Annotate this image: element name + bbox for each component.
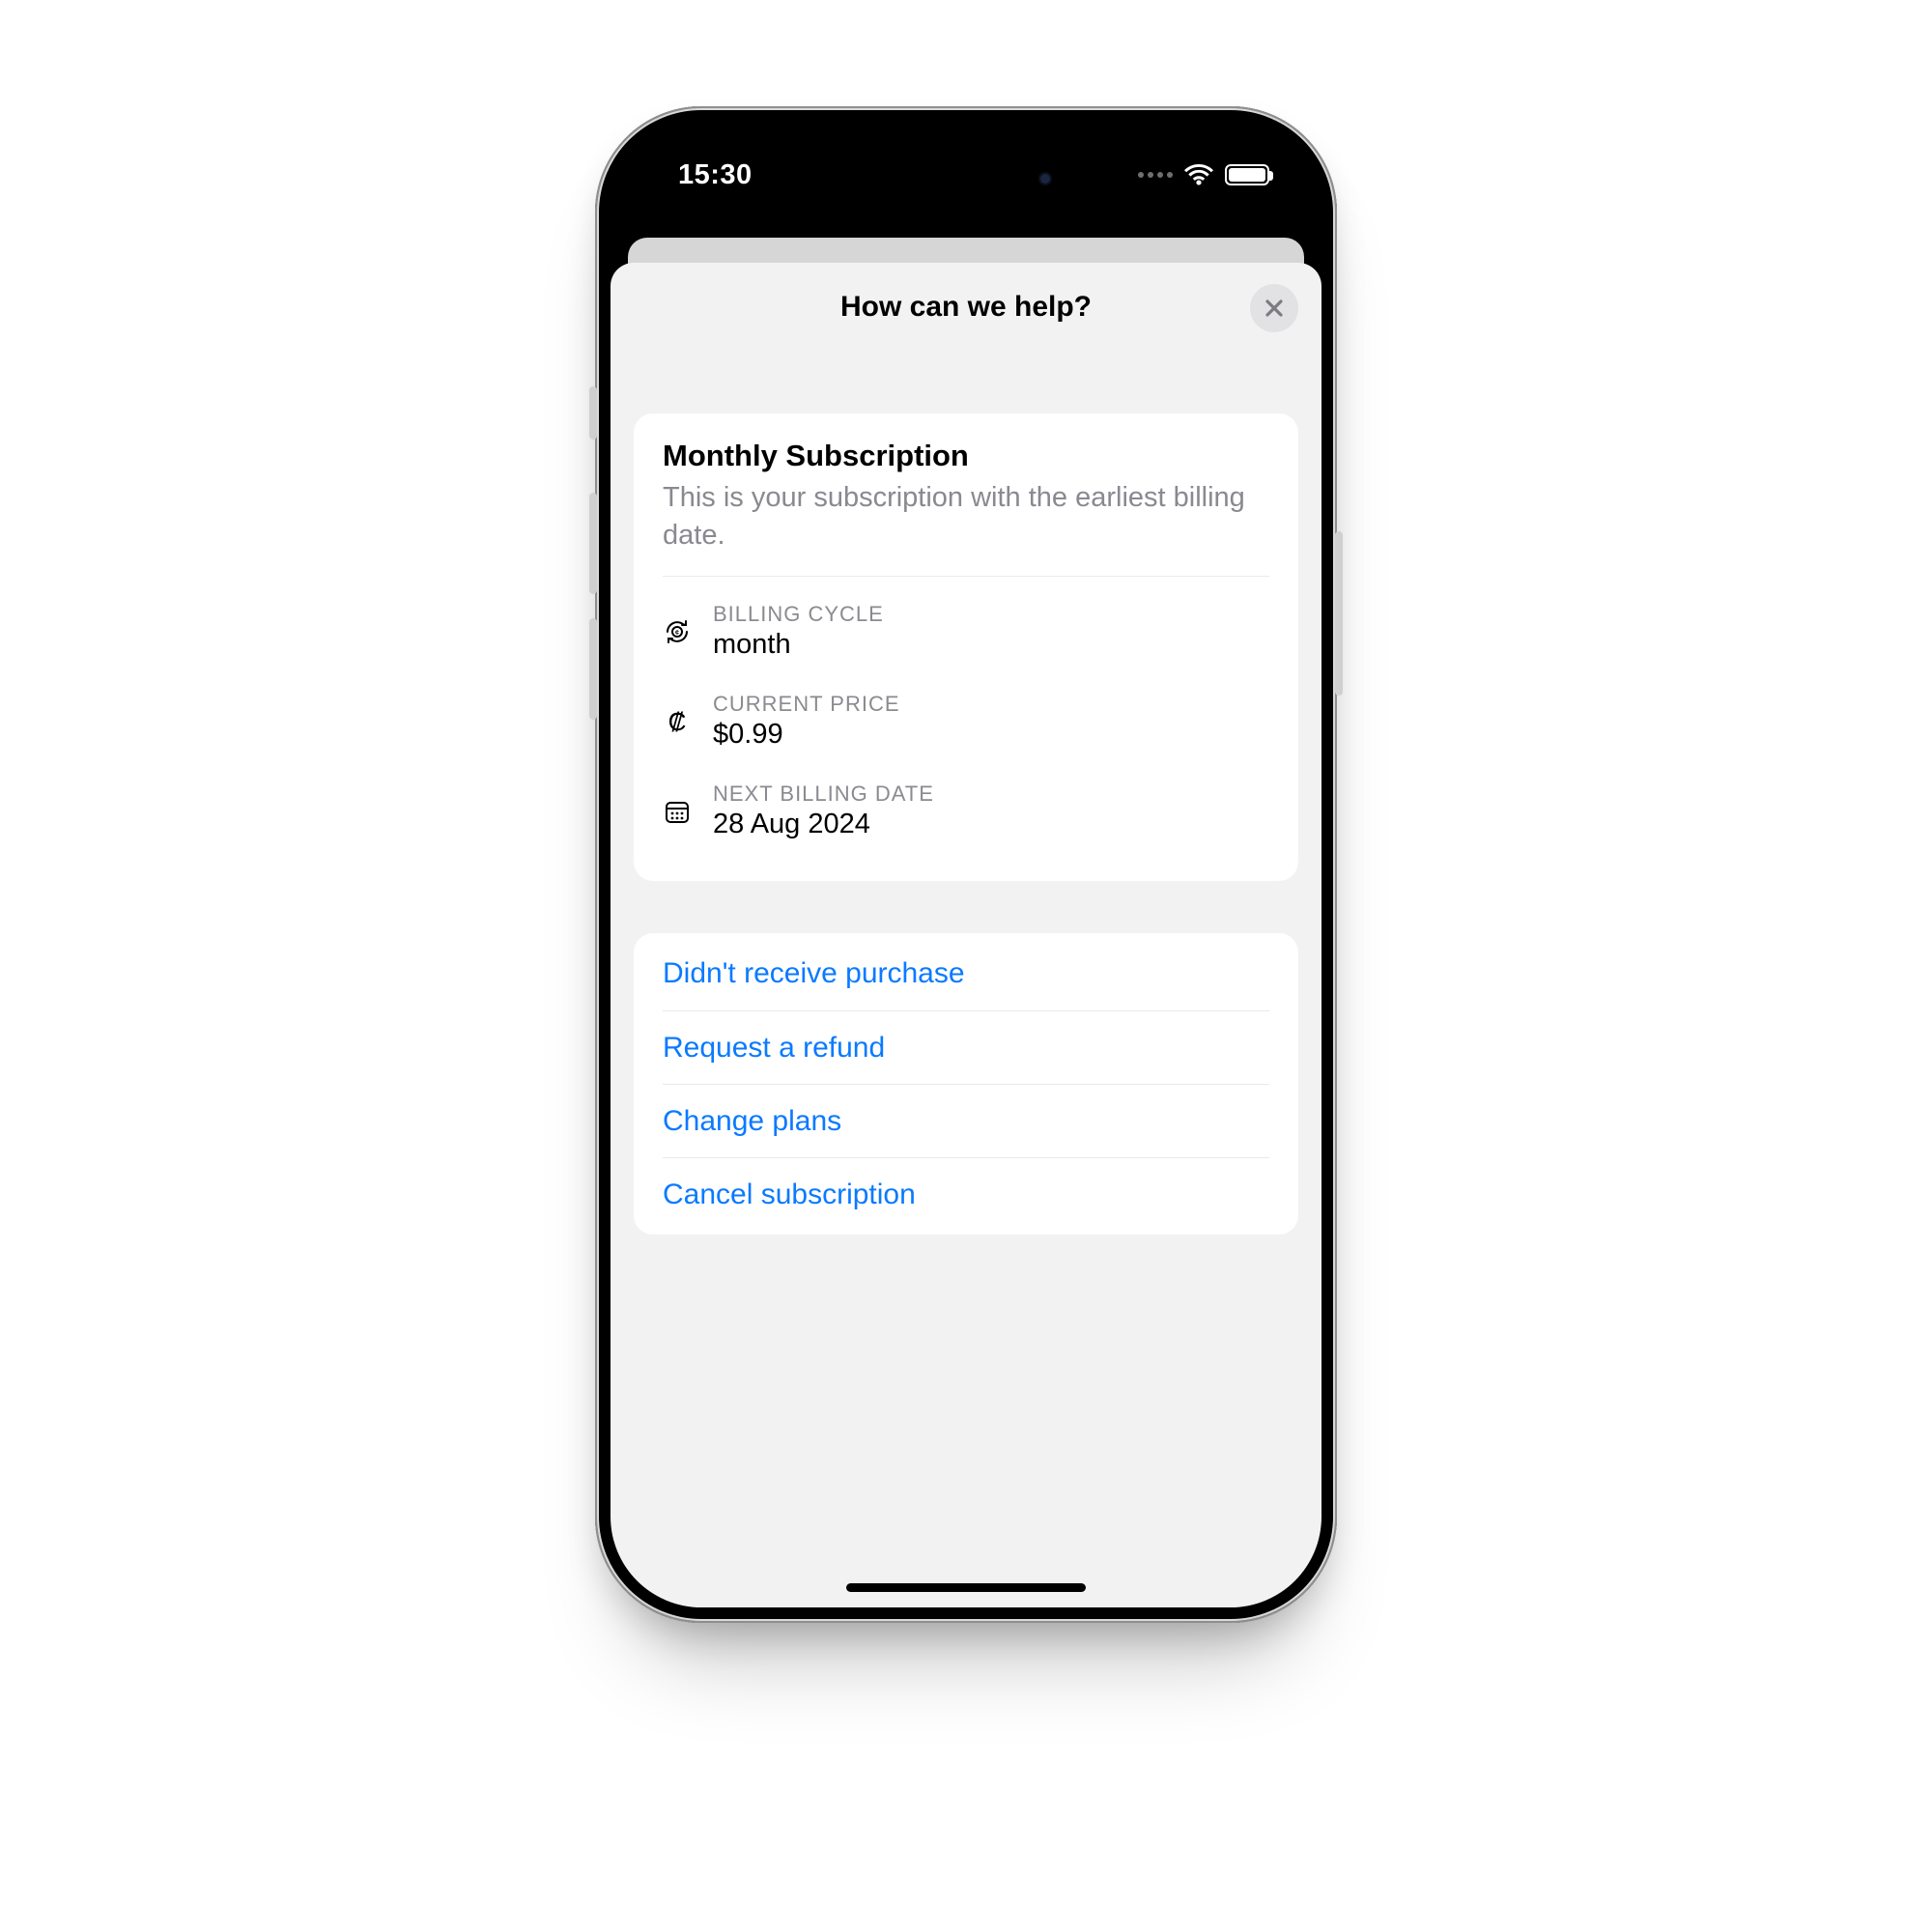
status-time: 15:30	[678, 159, 753, 191]
side-button-volume-up	[589, 493, 597, 594]
current-price-value: $0.99	[713, 719, 900, 751]
status-indicators	[1138, 164, 1269, 185]
close-button[interactable]	[1250, 284, 1298, 332]
action-didnt-receive[interactable]: Didn't receive purchase	[663, 937, 1269, 1010]
battery-icon	[1225, 164, 1269, 185]
sheet-title: How can we help?	[840, 291, 1092, 324]
subscription-subtitle: This is your subscription with the earli…	[663, 479, 1269, 554]
divider	[663, 576, 1269, 577]
row-billing-cycle: ¢ BILLING CYCLE month	[663, 586, 1269, 676]
sheet-content: Monthly Subscription This is your subscr…	[611, 352, 1321, 1235]
action-request-refund[interactable]: Request a refund	[663, 1010, 1269, 1084]
action-cancel-sub-label: Cancel subscription	[663, 1179, 916, 1211]
action-didnt-receive-label: Didn't receive purchase	[663, 957, 965, 990]
row-current-price: ₡ CURRENT PRICE $0.99	[663, 676, 1269, 766]
iphone-device-frame: 15:30 How can we help? Monthly Subsc	[595, 106, 1337, 1623]
cycle-icon: ¢	[663, 617, 692, 646]
row-next-billing: NEXT BILLING DATE 28 Aug 2024	[663, 766, 1269, 856]
action-change-plans-label: Change plans	[663, 1105, 841, 1138]
help-sheet: How can we help? Monthly Subscription Th…	[611, 263, 1321, 1607]
next-billing-label: NEXT BILLING DATE	[713, 781, 934, 807]
side-button-silence	[589, 386, 597, 440]
next-billing-value: 28 Aug 2024	[713, 809, 934, 840]
close-icon	[1264, 298, 1285, 319]
side-button-volume-down	[589, 618, 597, 720]
dynamic-island	[855, 147, 1077, 211]
action-request-refund-label: Request a refund	[663, 1032, 885, 1065]
actions-list: Didn't receive purchase Request a refund…	[634, 933, 1298, 1235]
billing-cycle-label: BILLING CYCLE	[713, 602, 884, 627]
current-price-label: CURRENT PRICE	[713, 692, 900, 717]
subscription-card: Monthly Subscription This is your subscr…	[634, 413, 1298, 881]
connectivity-dots-icon	[1138, 172, 1173, 178]
home-indicator[interactable]	[846, 1583, 1086, 1592]
billing-cycle-value: month	[713, 629, 884, 661]
app-surface: How can we help? Monthly Subscription Th…	[611, 122, 1321, 1607]
screen: 15:30 How can we help? Monthly Subsc	[611, 122, 1321, 1607]
calendar-icon	[663, 797, 692, 826]
action-cancel-sub[interactable]: Cancel subscription	[663, 1157, 1269, 1231]
sheet-header: How can we help?	[611, 263, 1321, 352]
action-change-plans[interactable]: Change plans	[663, 1084, 1269, 1157]
price-icon: ₡	[663, 707, 692, 736]
subscription-title: Monthly Subscription	[663, 439, 1269, 473]
svg-text:¢: ¢	[675, 630, 679, 637]
wifi-icon	[1184, 164, 1213, 185]
front-camera-dot	[1040, 174, 1050, 184]
svg-text:₡: ₡	[668, 707, 687, 736]
side-button-power	[1335, 531, 1343, 696]
